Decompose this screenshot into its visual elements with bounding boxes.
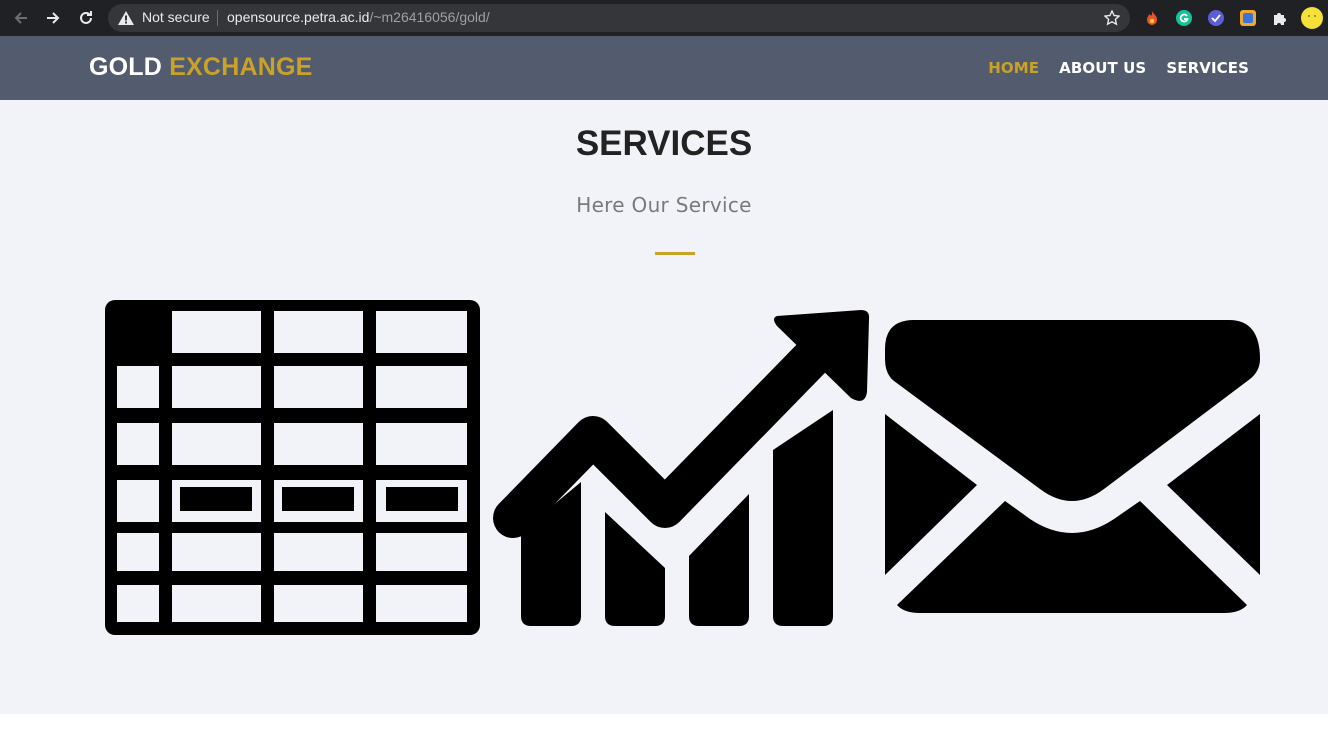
address-separator <box>217 10 218 26</box>
extension-flame[interactable] <box>1142 8 1162 28</box>
extension-check[interactable] <box>1206 8 1226 28</box>
flame-icon <box>1147 11 1157 25</box>
back-button[interactable] <box>9 6 33 30</box>
grammarly-icon <box>1176 10 1192 26</box>
check-badge-icon <box>1208 10 1224 26</box>
profile-avatar[interactable] <box>1300 6 1324 30</box>
site-header: GOLD EXCHANGE HOME ABOUT US SERVICES <box>0 36 1328 100</box>
section-title: SERVICES <box>575 124 753 163</box>
section-subtitle: Here Our Service <box>576 193 752 217</box>
extension-tag[interactable] <box>1238 8 1258 28</box>
url-host: opensource.petra.ac.id <box>227 9 370 25</box>
forward-arrow-icon <box>47 12 60 24</box>
envelope-icon <box>885 320 1260 613</box>
brand-second-word: EXCHANGE <box>169 53 313 81</box>
nav-services[interactable]: SERVICES <box>1166 59 1249 77</box>
growth-chart-icon <box>493 310 870 626</box>
bookmark-star-icon[interactable] <box>1104 10 1120 26</box>
extension-grammarly[interactable] <box>1174 8 1194 28</box>
page-bottom-strip <box>0 714 1328 733</box>
tag-icon <box>1240 10 1256 26</box>
main-nav: HOME ABOUT US SERVICES <box>988 59 1249 77</box>
spreadsheet-icon <box>105 300 480 635</box>
browser-toolbar: Not secure opensource.petra.ac.id/~m2641… <box>0 0 1328 36</box>
reload-icon <box>80 11 92 24</box>
services-section: SERVICES Here Our Service <box>0 100 1328 714</box>
nav-about-us[interactable]: ABOUT US <box>1059 59 1146 77</box>
reload-button[interactable] <box>74 6 98 30</box>
nav-home[interactable]: HOME <box>988 59 1039 77</box>
avatar-icon <box>1301 7 1323 29</box>
site-logo[interactable]: GOLD EXCHANGE <box>89 53 312 82</box>
security-status[interactable]: Not secure <box>142 9 210 25</box>
title-divider <box>655 252 695 255</box>
brand-first-word: GOLD <box>89 53 163 81</box>
url-text[interactable]: opensource.petra.ac.id/~m26416056/gold/ <box>227 9 490 25</box>
address-bar[interactable]: Not secure opensource.petra.ac.id/~m2641… <box>108 4 1130 32</box>
puzzle-icon <box>1274 13 1286 25</box>
back-arrow-icon <box>14 12 27 24</box>
forward-button[interactable] <box>41 6 65 30</box>
url-path: /~m26416056/gold/ <box>369 9 490 25</box>
extensions-menu[interactable] <box>1270 8 1290 28</box>
warning-icon <box>118 11 134 25</box>
